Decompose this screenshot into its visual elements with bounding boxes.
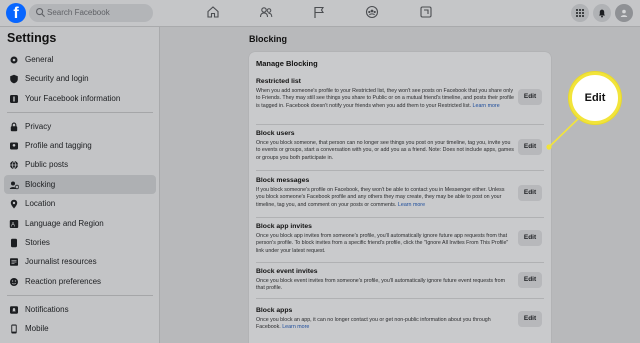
sidebar-item-general[interactable]: General — [4, 50, 156, 69]
mobile-icon — [11, 324, 17, 334]
block-messages-edit-button[interactable]: Edit — [518, 185, 542, 201]
edit-callout-magnifier: Edit — [569, 72, 621, 124]
sidebar-item-label: Stories — [25, 238, 50, 247]
restricted-list-section: Restricted list When you add someone's p… — [256, 78, 546, 110]
restricted-list-edit-button[interactable]: Edit — [518, 89, 542, 105]
journalist-icon — [10, 258, 18, 266]
sidebar-item-label: Reaction preferences — [25, 277, 102, 286]
page-title: Blocking — [249, 34, 288, 44]
sidebar-item-label: Security and login — [25, 74, 89, 83]
sidebar-item-notifications[interactable]: Notifications — [4, 300, 156, 319]
block-users-section: Block users Once you block someone, that… — [256, 130, 546, 162]
sidebar-item-label: Your Facebook information — [25, 94, 121, 103]
sidebar-item-mobile[interactable]: Mobile — [4, 319, 156, 338]
block-app-invites-section: Block app invites Once you block app inv… — [256, 223, 546, 255]
sidebar-item-label: Notifications — [25, 305, 69, 314]
shield-icon — [10, 74, 18, 84]
top-navigation-bar: f Search Facebook — [0, 0, 640, 27]
sidebar-item-label: Public posts — [25, 160, 69, 169]
stories-icon — [11, 238, 17, 248]
grid-menu-icon[interactable] — [571, 4, 589, 22]
facebook-logo[interactable]: f — [6, 3, 26, 23]
sidebar-item-privacy[interactable]: Privacy — [4, 117, 156, 136]
globe-icon — [10, 160, 18, 170]
settings-sidebar: Settings General Security and login Your… — [0, 27, 160, 343]
section-description-text: If you block someone's profile on Facebo… — [256, 187, 505, 208]
sidebar-item-label: Language and Region — [25, 219, 104, 228]
sidebar-item-security-and-login[interactable]: Security and login — [4, 69, 156, 88]
sidebar-item-blocking[interactable]: Blocking — [4, 175, 156, 194]
sidebar-item-your-facebook-information[interactable]: Your Facebook information — [4, 89, 156, 108]
gaming-icon[interactable] — [419, 5, 433, 19]
block-apps-section: Block apps Once you block an app, it can… — [256, 307, 546, 332]
section-description: When you add someone's profile to your R… — [256, 88, 514, 110]
blocking-icon — [9, 181, 19, 190]
svg-text:A: A — [11, 222, 15, 228]
section-divider — [256, 124, 544, 125]
sidebar-item-public-posts[interactable]: Public posts — [4, 155, 156, 174]
section-divider — [256, 217, 544, 218]
sidebar-item-profile-and-tagging[interactable]: Profile and tagging — [4, 136, 156, 155]
learn-more-link[interactable]: Learn more — [473, 103, 500, 109]
section-divider — [256, 262, 544, 263]
sidebar-item-label: Journalist resources — [25, 257, 97, 266]
section-title: Block messages — [256, 177, 310, 184]
notifications-bell-icon[interactable] — [593, 4, 611, 22]
sidebar-item-label: Location — [25, 199, 56, 208]
gear-icon — [10, 56, 18, 64]
section-title: Block users — [256, 130, 295, 137]
facebook-info-icon — [10, 95, 18, 103]
section-description: Once you block an app, it can no longer … — [256, 317, 514, 332]
sidebar-divider — [7, 112, 153, 113]
block-event-invites-edit-button[interactable]: Edit — [518, 272, 542, 288]
block-messages-section: Block messages If you block someone's pr… — [256, 177, 546, 209]
groups-icon[interactable] — [365, 5, 379, 19]
flag-icon[interactable] — [312, 5, 326, 19]
section-description: Once you block event invites from someon… — [256, 278, 506, 292]
section-description: If you block someone's profile on Facebo… — [256, 187, 514, 209]
search-placeholder: Search Facebook — [47, 8, 110, 17]
search-input[interactable]: Search Facebook — [29, 4, 153, 22]
bell-icon — [10, 306, 18, 314]
learn-more-link[interactable]: Learn more — [398, 202, 425, 208]
block-event-invites-section: Block event invites Once you block event… — [256, 268, 546, 293]
sidebar-item-label: Mobile — [25, 324, 49, 333]
tag-icon — [10, 142, 18, 150]
section-description: Once you block someone, that person can … — [256, 140, 514, 161]
block-app-invites-edit-button[interactable]: Edit — [518, 230, 542, 246]
section-description: Once you block app invites from someone'… — [256, 233, 509, 254]
sidebar-item-location[interactable]: Location — [4, 194, 156, 213]
block-apps-edit-button[interactable]: Edit — [518, 311, 542, 327]
callout-label: Edit — [584, 92, 606, 104]
section-title: Block app invites — [256, 223, 312, 230]
sidebar-item-journalist-resources[interactable]: Journalist resources — [4, 252, 156, 271]
lock-icon — [10, 122, 18, 132]
sidebar-item-label: Blocking — [25, 180, 56, 189]
block-users-edit-button[interactable]: Edit — [518, 139, 542, 155]
sidebar-divider — [7, 295, 153, 296]
location-pin-icon — [10, 199, 18, 209]
sidebar-title: Settings — [7, 31, 57, 45]
section-divider — [256, 170, 544, 171]
home-icon[interactable] — [206, 5, 220, 19]
search-icon — [36, 8, 46, 18]
friends-icon[interactable] — [259, 5, 273, 19]
sidebar-item-language-and-region[interactable]: A Language and Region — [4, 214, 156, 233]
sidebar-item-label: General — [25, 55, 54, 64]
manage-blocking-panel: Manage Blocking Restricted list When you… — [249, 52, 551, 343]
sidebar-item-reaction-preferences[interactable]: Reaction preferences — [4, 272, 156, 291]
section-divider — [256, 298, 544, 299]
section-title: Restricted list — [256, 78, 301, 85]
account-avatar-icon[interactable] — [615, 4, 633, 22]
sidebar-item-stories[interactable]: Stories — [4, 233, 156, 252]
reaction-icon — [10, 278, 18, 286]
language-icon: A — [9, 220, 19, 228]
section-title: Block event invites — [256, 268, 318, 275]
section-title: Block apps — [256, 307, 293, 314]
sidebar-item-label: Profile and tagging — [25, 141, 92, 150]
panel-title: Manage Blocking — [256, 59, 318, 68]
sidebar-item-label: Privacy — [25, 122, 52, 131]
learn-more-link[interactable]: Learn more — [282, 324, 309, 330]
